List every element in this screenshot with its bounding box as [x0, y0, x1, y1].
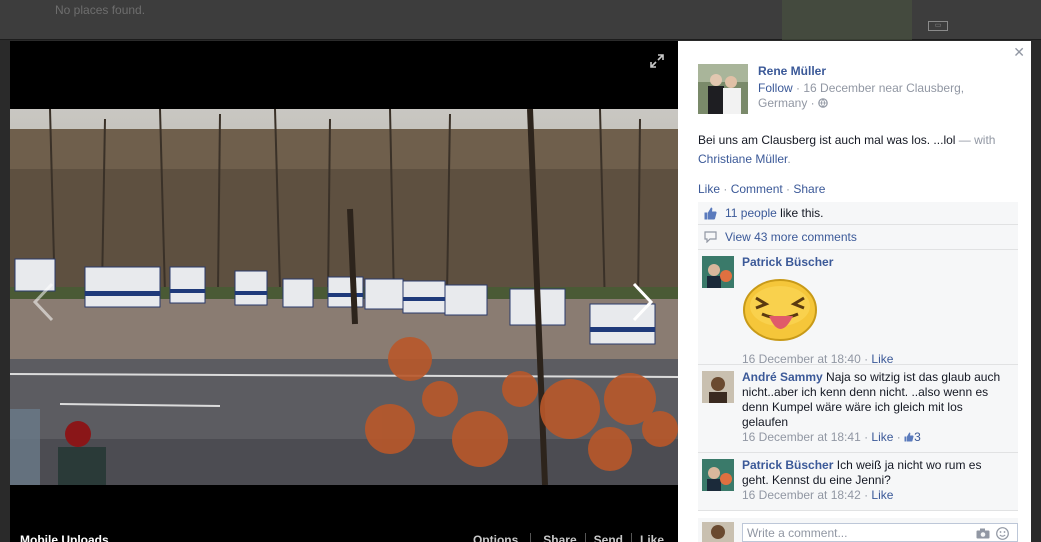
album-link[interactable]: Mobile Uploads — [20, 533, 109, 542]
expand-icon[interactable] — [650, 54, 664, 68]
author-avatar[interactable] — [698, 64, 748, 114]
post-share-link[interactable]: Share — [793, 182, 825, 196]
photo-footer: Mobile Uploads Options Share Send Like — [10, 530, 678, 542]
comment: Patrick Büscher 16 December at 18:40 · L… — [698, 250, 1018, 366]
comments-section: 11 people like this. View 43 more commen… — [698, 202, 1018, 511]
share-button[interactable]: Share — [543, 533, 576, 542]
post-panel: ✕ Rene Müller Follow · 16 December near … — [678, 41, 1031, 542]
photo-actions: Options Share Send Like — [473, 533, 664, 542]
likes-suffix: like this. — [776, 206, 824, 220]
divider — [584, 533, 586, 542]
like-button[interactable]: Like — [640, 533, 664, 542]
comment-like-link[interactable]: Like — [871, 352, 893, 366]
options-button[interactable]: Options — [473, 533, 518, 542]
post-comment-link[interactable]: Comment — [731, 182, 783, 196]
commenter-avatar[interactable] — [702, 371, 734, 403]
comment-like-link[interactable]: Like — [871, 488, 893, 502]
comment-time[interactable]: 16 December at 18:42 — [742, 488, 861, 502]
view-more-comments-label: View 43 more comments — [725, 230, 857, 244]
background-strip: No places found. ▭ — [0, 0, 1041, 40]
photo-stage: Mobile Uploads Options Share Send Like — [10, 41, 678, 542]
comment-like-link[interactable]: Like — [871, 430, 893, 444]
comment: Patrick Büscher Ich weiß ja nicht wo rum… — [698, 453, 1018, 511]
tagged-person-link[interactable]: Christiane Müller — [698, 152, 787, 166]
comment-composer — [698, 518, 1018, 542]
background-map — [782, 0, 912, 40]
camera-icon[interactable] — [976, 528, 990, 539]
map-badge-icon: ▭ — [928, 21, 948, 31]
commenter-name[interactable]: Patrick Büscher — [742, 255, 833, 269]
post-body: Bei uns am Clausberg ist auch mal was lo… — [698, 133, 956, 147]
smiley-icon[interactable] — [996, 527, 1009, 540]
commenter-avatar[interactable] — [702, 256, 734, 288]
follow-link[interactable]: Follow — [758, 81, 793, 95]
globe-icon — [818, 98, 828, 108]
comment: André Sammy Naja so witzig ist das glaub… — [698, 365, 1018, 453]
view-more-comments-link[interactable]: View 43 more comments — [698, 225, 1018, 250]
post-text: Bei uns am Clausberg ist auch mal was lo… — [698, 131, 1013, 169]
next-arrow-icon[interactable] — [630, 281, 656, 323]
separator: · — [782, 182, 794, 196]
separator: · — [720, 182, 731, 196]
comment-time[interactable]: 16 December at 18:41 — [742, 430, 861, 444]
comment-bubble-icon — [704, 231, 717, 243]
comment-time[interactable]: 16 December at 18:40 — [742, 352, 861, 366]
post-actions: Like · Comment · Share — [698, 182, 825, 196]
current-user-avatar — [702, 522, 734, 542]
tongue-sticker — [742, 276, 820, 342]
post-like-link[interactable]: Like — [698, 182, 720, 196]
likes-summary: 11 people like this. — [698, 202, 1018, 225]
commenter-name[interactable]: André Sammy — [742, 370, 823, 384]
with-prefix: — with — [955, 133, 996, 147]
comment-meta: 16 December at 18:42 · Like — [742, 488, 894, 502]
close-icon[interactable]: ✕ — [1013, 44, 1025, 61]
comment-meta: 16 December at 18:41 · Like · 3 — [742, 430, 921, 444]
commenter-avatar[interactable] — [702, 459, 734, 491]
thumbs-up-icon — [904, 432, 914, 442]
divider — [530, 533, 532, 542]
thumbs-up-icon — [704, 207, 717, 220]
divider — [630, 533, 632, 542]
likers-link[interactable]: 11 people — [725, 206, 777, 220]
like-count: 3 — [914, 430, 921, 444]
photo — [10, 109, 678, 485]
author-name[interactable]: Rene Müller — [758, 64, 826, 78]
with-suffix: . — [787, 152, 791, 166]
background-notice: No places found. — [55, 3, 146, 17]
send-button[interactable]: Send — [594, 533, 623, 542]
commenter-name[interactable]: Patrick Büscher — [742, 458, 833, 472]
comment-like-count[interactable]: 3 — [904, 430, 921, 444]
prev-arrow-icon[interactable] — [30, 281, 56, 323]
post-meta: Follow · 16 December near Clausberg, Ger… — [758, 81, 988, 111]
